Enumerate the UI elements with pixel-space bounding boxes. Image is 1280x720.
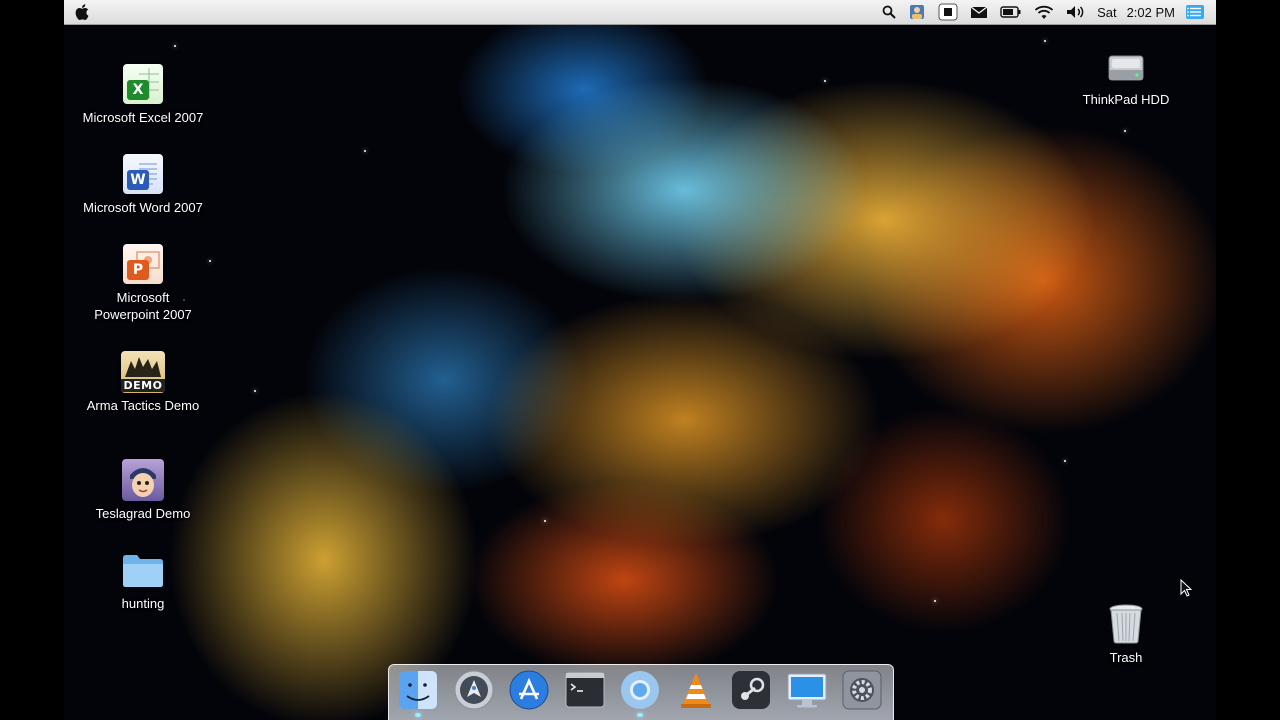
- word-icon: W: [121, 152, 165, 196]
- desktop-icon-label: hunting: [121, 596, 165, 611]
- desktop-icon-label: Arma Tactics Demo: [86, 398, 200, 413]
- launchpad-icon[interactable]: [454, 670, 494, 710]
- steam-icon[interactable]: [731, 670, 771, 710]
- star: [1064, 460, 1066, 462]
- excel-icon: X: [121, 62, 165, 106]
- star: [364, 150, 366, 152]
- desktop-icon-thinkpad-hdd[interactable]: ThinkPad HDD: [1056, 44, 1196, 108]
- desktop-icon-label: Microsoft: [116, 290, 170, 305]
- desktop-icon-label: ThinkPad HDD: [1082, 92, 1170, 107]
- desktop-icon-label: Trash: [1109, 650, 1143, 665]
- left-letterbox-bar: [0, 0, 64, 720]
- star: [544, 520, 546, 522]
- trash-icon: [1104, 602, 1148, 646]
- hard-drive-icon: [1104, 44, 1148, 88]
- arma-icon: DEMO: [121, 350, 165, 394]
- apple-logo-icon[interactable]: [74, 3, 92, 21]
- desktop-icon-label: Powerpoint 2007: [94, 307, 192, 322]
- desktop-icon-word[interactable]: W Microsoft Word 2007: [73, 152, 213, 216]
- mouse-cursor-icon: [1180, 579, 1192, 597]
- desktop-icon-teslagrad[interactable]: Teslagrad Demo: [73, 458, 213, 522]
- desktop-icon-excel[interactable]: X Microsoft Excel 2007: [73, 62, 213, 126]
- chrome-icon[interactable]: [620, 670, 660, 717]
- desktop-icon-label: Microsoft Word 2007: [83, 200, 203, 215]
- finder-icon[interactable]: [398, 670, 438, 717]
- volume-icon[interactable]: [1060, 0, 1092, 24]
- menubar-day[interactable]: Sat: [1092, 5, 1122, 20]
- app-store-icon[interactable]: [509, 670, 549, 710]
- spotlight-search-icon[interactable]: [876, 0, 902, 24]
- wifi-icon[interactable]: [1028, 0, 1060, 24]
- star: [174, 45, 176, 47]
- teslagrad-icon: [121, 458, 165, 502]
- desktop-icon-trash[interactable]: Trash: [1056, 602, 1196, 666]
- star: [934, 600, 936, 602]
- desktop-wallpaper: [64, 0, 1216, 720]
- desktop-icon-label: Teslagrad Demo: [95, 506, 191, 521]
- desktop-icon-hunting-folder[interactable]: hunting: [73, 548, 213, 612]
- folder-icon: [121, 548, 165, 592]
- vlc-icon[interactable]: [676, 670, 716, 710]
- system-preferences-icon[interactable]: [842, 670, 882, 710]
- stop-recording-icon[interactable]: [932, 0, 964, 24]
- desktop-icon-powerpoint[interactable]: P Microsoft Powerpoint 2007: [73, 242, 213, 323]
- user-account-icon[interactable]: [902, 0, 932, 24]
- dock: [390, 666, 890, 717]
- star: [1124, 130, 1126, 132]
- star: [254, 390, 256, 392]
- desktop-icon-arma[interactable]: DEMO Arma Tactics Demo: [73, 350, 213, 414]
- star: [1044, 40, 1046, 42]
- battery-icon[interactable]: [994, 0, 1028, 24]
- menu-bar: Sat 2:02 PM: [64, 0, 1216, 25]
- demo-badge: DEMO: [121, 379, 165, 392]
- star: [824, 80, 826, 82]
- powerpoint-icon: P: [121, 242, 165, 286]
- right-letterbox-bar: [1216, 0, 1280, 720]
- mail-icon[interactable]: [964, 0, 994, 24]
- remote-desktop-icon[interactable]: [787, 670, 827, 710]
- notification-center-icon[interactable]: [1180, 0, 1210, 24]
- desktop-icon-label: Microsoft Excel 2007: [82, 110, 204, 125]
- menubar-time[interactable]: 2:02 PM: [1122, 5, 1180, 20]
- terminal-icon[interactable]: [565, 670, 605, 710]
